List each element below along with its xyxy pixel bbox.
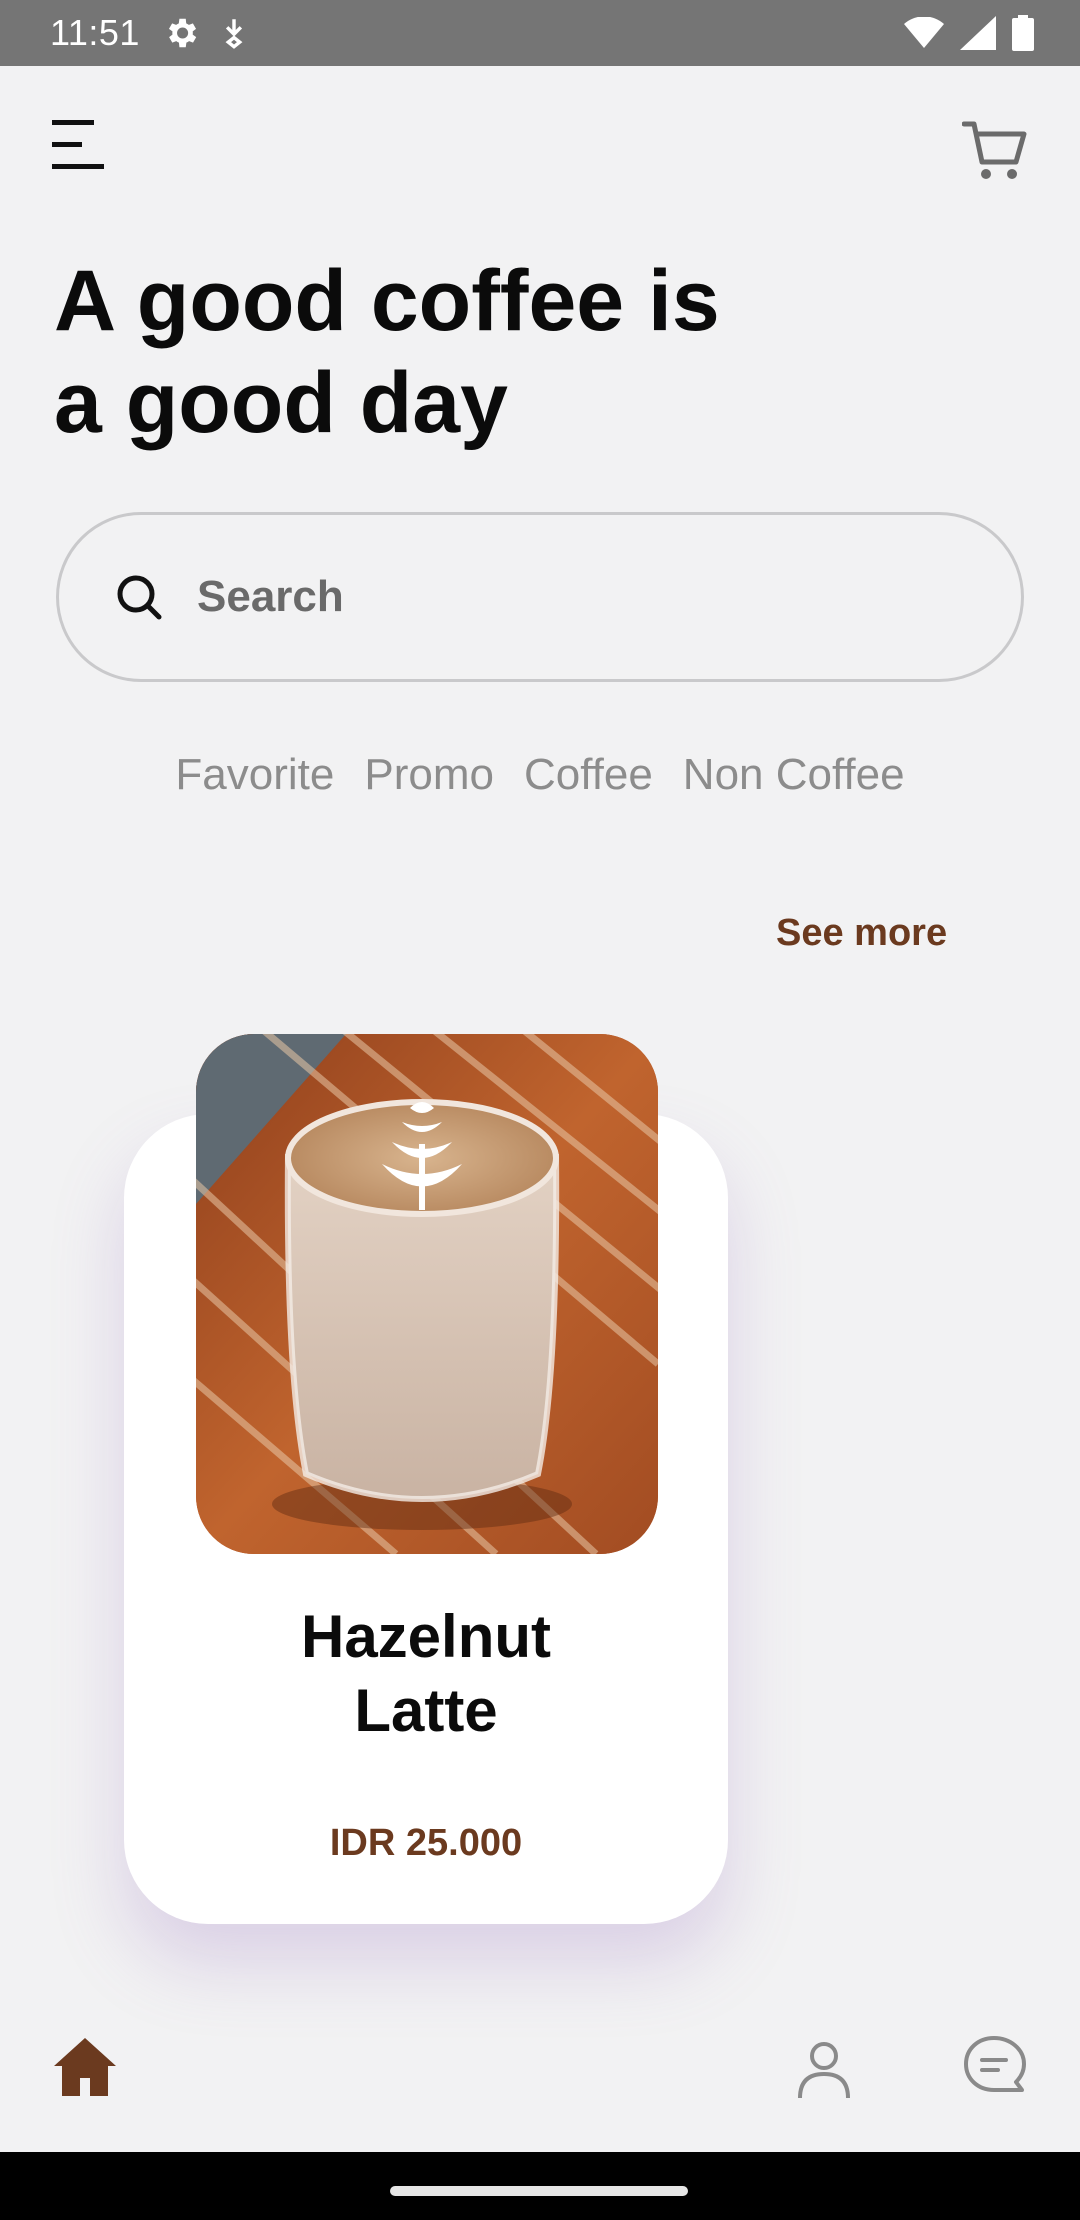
tab-favorite[interactable]: Favorite xyxy=(175,750,334,800)
latte-photo xyxy=(196,1034,658,1554)
battery-icon xyxy=(1012,15,1034,51)
status-bar: 11:51 xyxy=(0,0,1080,66)
settings-icon xyxy=(168,18,197,48)
cart-icon xyxy=(961,121,1027,179)
headline-line-1: A good coffee is xyxy=(54,253,720,349)
chat-icon xyxy=(964,2036,1026,2092)
product-name-line-1: Hazelnut xyxy=(300,1603,552,1670)
menu-icon xyxy=(52,120,104,169)
headline-line-2: a good day xyxy=(54,355,508,451)
tab-non-coffee[interactable]: Non Coffee xyxy=(683,750,905,800)
page-headline: A good coffee is a good day xyxy=(54,250,854,454)
nav-profile-button[interactable] xyxy=(796,2040,852,2100)
product-image[interactable] xyxy=(196,1034,658,1554)
search-input[interactable] xyxy=(197,572,897,622)
nav-chat-button[interactable] xyxy=(962,2034,1026,2098)
tab-promo[interactable]: Promo xyxy=(364,750,494,800)
home-gesture-handle[interactable] xyxy=(390,2186,688,2196)
download-status-icon xyxy=(225,19,243,49)
see-more-link[interactable]: See more xyxy=(776,912,947,955)
signal-icon xyxy=(960,16,996,50)
category-tabs: Favorite Promo Coffee Non Coffee xyxy=(0,750,1080,800)
menu-button[interactable] xyxy=(52,118,108,172)
nav-home-button[interactable] xyxy=(52,2034,118,2100)
search-icon xyxy=(117,575,162,620)
app-screen: 11:51 A good coffee is a good day Search… xyxy=(0,0,1080,2220)
wifi-icon xyxy=(904,17,944,48)
home-icon xyxy=(54,2038,116,2096)
product-name-line-2: Latte xyxy=(354,1677,498,1744)
product-name: Hazelnut Latte xyxy=(124,1600,728,1748)
status-time: 11:51 xyxy=(50,12,140,53)
search-bar[interactable] xyxy=(56,512,1024,682)
tab-coffee[interactable]: Coffee xyxy=(524,750,653,800)
cart-button[interactable] xyxy=(961,118,1028,184)
profile-icon xyxy=(798,2042,850,2099)
product-price: IDR 25.000 xyxy=(329,1822,523,1864)
